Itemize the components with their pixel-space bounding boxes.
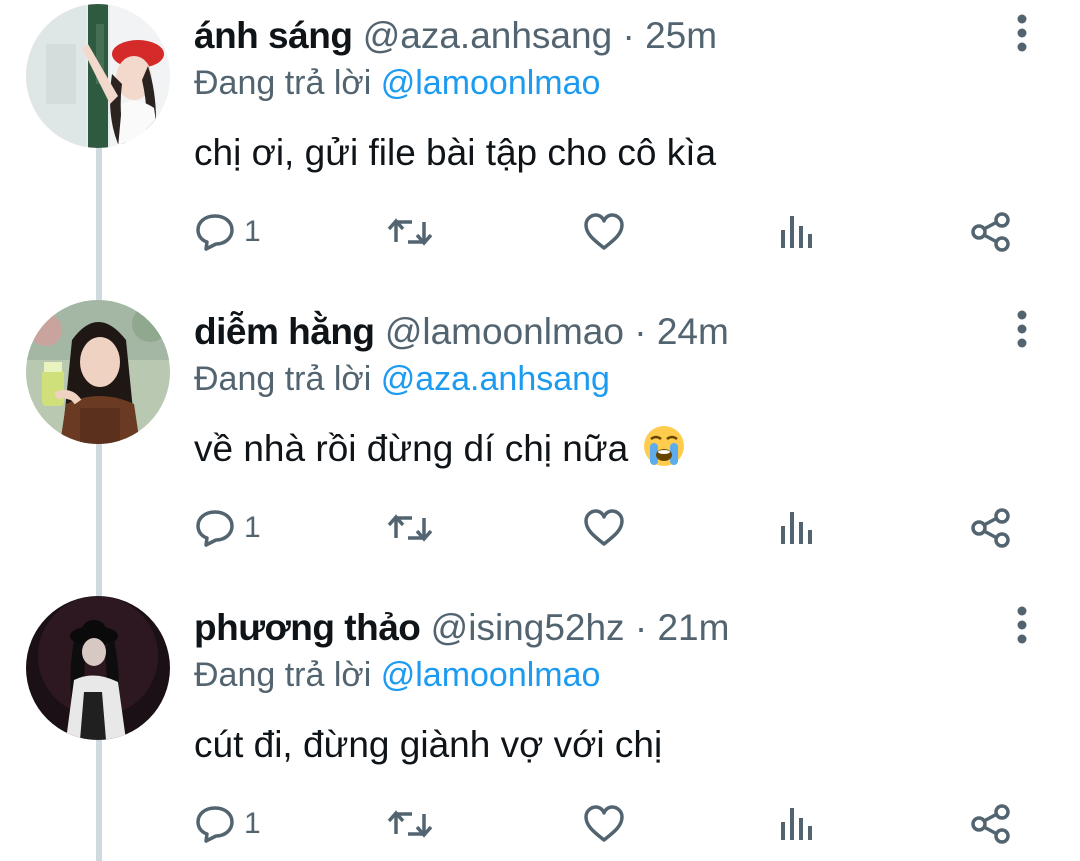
heart-icon [584,805,624,842]
reply-button[interactable]: 1 [194,206,261,258]
retweet-button[interactable] [386,206,434,258]
display-name[interactable]: phương thảo [194,607,421,648]
tweet-text: về nhà rồi đừng dí chị nữa [194,424,686,474]
heart-icon [584,213,624,250]
vertical-ellipsis-icon [1017,606,1027,644]
more-options-button[interactable] [1004,604,1040,648]
reply-thread: ánh sáng @aza.anhsang · 25m Đang trả lời… [0,0,1080,861]
share-button[interactable] [970,502,1012,554]
action-bar: 1 [0,798,1080,850]
timestamp[interactable]: 25m [645,15,717,56]
replying-to-line: Đang trả lời @aza.anhsang [194,356,610,402]
replying-to-line: Đang trả lời @lamoonlmao [194,652,600,698]
replying-to-label: Đang trả lời [194,64,372,102]
tweet-body: cút đi, đừng giành vợ với chị [194,724,663,765]
display-name[interactable]: ánh sáng [194,15,353,56]
tweet-header: phương thảo @ising52hz · 21m [194,604,729,652]
tweet-item[interactable]: ánh sáng @aza.anhsang · 25m Đang trả lời… [0,0,1080,296]
avatar-photo [26,596,170,740]
separator-dot: · [634,311,647,352]
tweet-header: diễm hằng @lamoonlmao · 24m [194,308,729,356]
user-handle[interactable]: @ising52hz [431,607,625,648]
reply-button[interactable]: 1 [194,798,261,850]
timestamp[interactable]: 21m [657,607,729,648]
views-button[interactable] [778,502,816,554]
replying-to-label: Đang trả lời [194,360,372,398]
tweet-item[interactable]: phương thảo @ising52hz · 21m Đang trả lờ… [0,592,1080,861]
heart-icon [584,509,624,546]
separator-dot: · [622,15,635,56]
avatar[interactable] [26,596,170,740]
more-options-button[interactable] [1004,308,1040,352]
replying-to-label: Đang trả lời [194,656,372,694]
reply-button[interactable]: 1 [194,502,261,554]
tweet-body: chị ơi, gửi file bài tập cho cô kìa [194,132,717,173]
reply-count: 1 [244,511,261,544]
avatar-photo [26,4,170,148]
separator-dot: · [634,607,648,648]
retweet-button[interactable] [386,502,434,554]
avatar[interactable] [26,4,170,148]
action-bar: 1 [0,502,1080,554]
tweet-text: chị ơi, gửi file bài tập cho cô kìa [194,128,716,178]
vertical-ellipsis-icon [1017,310,1027,348]
retweet-button[interactable] [386,798,434,850]
views-button[interactable] [778,206,816,258]
tweet-item[interactable]: diễm hằng @lamoonlmao · 24m Đang trả lời… [0,296,1080,592]
bar-chart-icon [781,216,812,248]
speech-bubble-icon [196,510,234,547]
retweet-arrows-icon [387,810,433,838]
tweet-text: cút đi, đừng giành vợ với chị [194,720,662,770]
share-nodes-icon [971,212,1010,252]
replying-to-mention[interactable]: @aza.anhsang [381,360,610,398]
user-handle[interactable]: @aza.anhsang [363,15,612,56]
replying-to-mention[interactable]: @lamoonlmao [381,656,601,694]
vertical-ellipsis-icon [1017,14,1027,52]
bar-chart-icon [781,808,812,840]
share-button[interactable] [970,206,1012,258]
replying-to-line: Đang trả lời @lamoonlmao [194,60,600,106]
more-options-button[interactable] [1004,12,1040,56]
bar-chart-icon [781,512,812,544]
display-name[interactable]: diễm hằng [194,311,375,352]
tweet-body: về nhà rồi đừng dí chị nữa [194,428,629,469]
tweet-header: ánh sáng @aza.anhsang · 25m [194,12,717,60]
user-handle[interactable]: @lamoonlmao [385,311,624,352]
share-nodes-icon [971,804,1010,844]
share-button[interactable] [970,798,1012,850]
timestamp[interactable]: 24m [657,311,729,352]
retweet-arrows-icon [387,218,433,246]
like-button[interactable] [582,798,626,850]
speech-bubble-icon [196,214,234,251]
replying-to-mention[interactable]: @lamoonlmao [381,64,601,102]
avatar[interactable] [26,300,170,444]
avatar-photo [26,300,170,444]
reply-count: 1 [244,215,261,248]
like-button[interactable] [582,206,626,258]
retweet-arrows-icon [387,514,433,542]
reply-count: 1 [244,807,261,840]
loudly-crying-face-icon [644,426,685,466]
action-bar: 1 [0,206,1080,258]
share-nodes-icon [971,508,1010,548]
like-button[interactable] [582,502,626,554]
views-button[interactable] [778,798,816,850]
speech-bubble-icon [196,806,234,843]
